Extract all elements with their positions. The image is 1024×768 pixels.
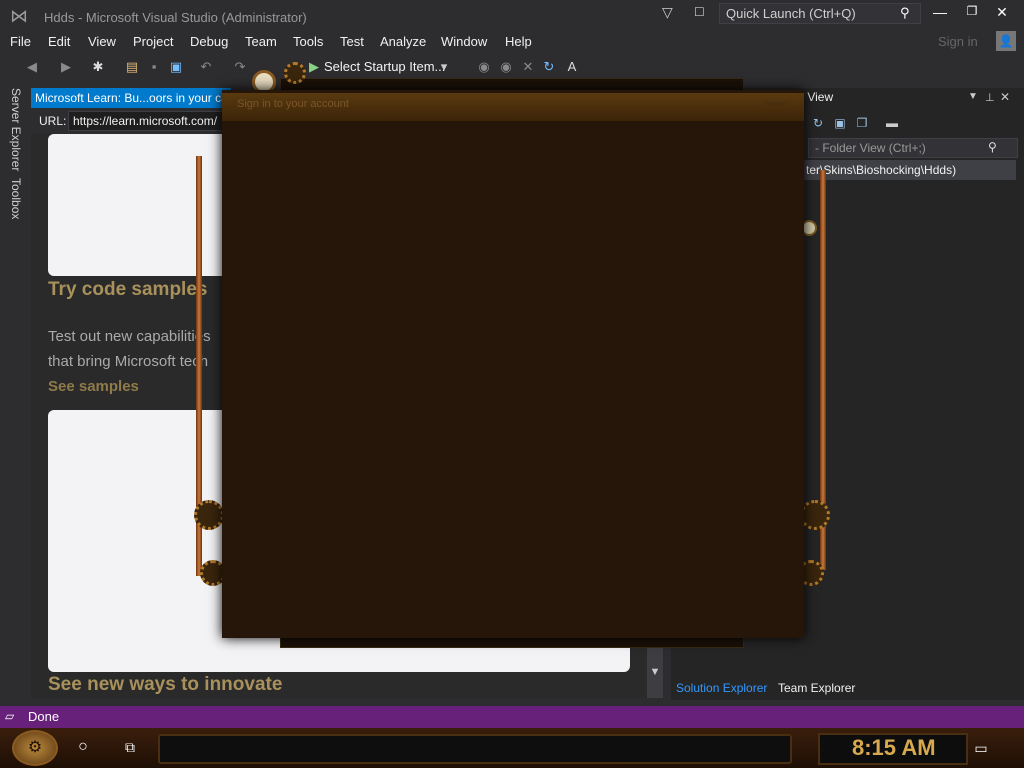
tab-team-explorer[interactable]: Team Explorer — [778, 681, 855, 695]
browser-back-icon[interactable]: ◉ — [476, 59, 492, 75]
stop-icon[interactable]: ✕ — [520, 59, 536, 75]
start-icon[interactable]: ▶ — [306, 59, 322, 75]
forward-icon[interactable]: ▶ — [58, 59, 74, 75]
status-bar — [0, 706, 1024, 728]
sign-in-link[interactable]: Sign in — [938, 34, 978, 49]
taskbar-clock[interactable]: 8:15 AM — [852, 735, 936, 761]
scroll-down-icon[interactable]: ▼ — [647, 666, 663, 686]
quick-launch-input[interactable]: Quick Launch (Ctrl+Q) — [719, 3, 921, 24]
menu-analyze[interactable]: Analyze — [380, 34, 426, 49]
gear-icon — [194, 500, 224, 530]
close-button[interactable]: ✕ — [990, 4, 1014, 24]
dialog-close-button[interactable] — [764, 102, 786, 106]
menu-project[interactable]: Project — [133, 34, 173, 49]
menu-team[interactable]: Team — [245, 34, 277, 49]
gear-icon — [800, 500, 830, 530]
redo-icon[interactable]: ↷ — [232, 59, 248, 75]
chevron-down-icon[interactable]: ▼ — [968, 91, 982, 105]
undo-icon[interactable]: ↶ — [198, 59, 214, 75]
tab-solution-explorer[interactable]: Solution Explorer — [676, 681, 767, 695]
search-icon[interactable]: ⚲ — [900, 5, 916, 21]
refresh-icon[interactable]: ↻ — [810, 116, 826, 132]
maximize-button[interactable]: ❐ — [960, 4, 984, 24]
browser-forward-icon[interactable]: ◉ — [498, 59, 514, 75]
taskbar-app-area[interactable] — [158, 734, 792, 764]
browser-document-tab[interactable]: Microsoft Learn: Bu...oors in your ca — [31, 88, 231, 108]
show-all-files-icon[interactable]: ❐ — [854, 116, 870, 132]
account-icon[interactable]: 👤 — [996, 31, 1016, 51]
start-button[interactable]: ⚙ — [12, 730, 58, 766]
url-label: URL: — [39, 114, 67, 128]
status-icon: ▱ — [5, 709, 15, 723]
section-body-text: that bring Microsoft tech — [48, 353, 209, 370]
dialog-title: Sign in to your account — [237, 98, 349, 110]
menu-view[interactable]: View — [88, 34, 116, 49]
server-explorer-tab[interactable]: Server Explorer — [9, 88, 23, 171]
visual-studio-logo-icon: ⋈ — [10, 6, 28, 26]
chevron-down-icon[interactable]: ▾ — [436, 59, 452, 75]
toolbox-tab[interactable]: Toolbox — [9, 178, 23, 219]
gear-icon — [284, 62, 306, 84]
pin-icon[interactable]: ⊥ — [985, 91, 999, 105]
cortana-icon[interactable]: ○ — [74, 738, 92, 756]
status-text: Done — [28, 709, 60, 724]
minimize-button[interactable]: — — [928, 4, 952, 24]
see-samples-link[interactable]: See samples — [48, 378, 139, 395]
new-project-icon[interactable]: ✱ — [90, 59, 106, 75]
search-icon[interactable]: ⚲ — [988, 140, 1002, 154]
refresh-icon[interactable]: ↻ — [541, 59, 557, 75]
open-folder-icon[interactable]: ▤ — [124, 59, 140, 75]
menu-edit[interactable]: Edit — [48, 34, 70, 49]
menu-tools[interactable]: Tools — [293, 34, 323, 49]
close-icon[interactable]: ✕ — [1000, 90, 1014, 104]
url-input[interactable]: https://learn.microsoft.com/ — [68, 111, 228, 131]
section-heading: See new ways to innovate — [48, 674, 283, 695]
startup-item-dropdown[interactable]: Select Startup Item... — [324, 59, 445, 74]
tree-root-item[interactable]: ter\Skins\Bioshocking\Hdds) — [800, 160, 1016, 180]
panel-title: r View — [800, 90, 834, 104]
section-heading: Try code samples — [48, 279, 208, 300]
solution-search-input[interactable]: - Folder View (Ctrl+;) — [808, 138, 1018, 158]
menu-window[interactable]: Window — [441, 34, 487, 49]
menu-debug[interactable]: Debug — [190, 34, 228, 49]
back-icon[interactable]: ◀ — [24, 59, 40, 75]
section-body-text: Test out new capabilities — [48, 328, 211, 345]
menu-help[interactable]: Help — [505, 34, 532, 49]
properties-icon[interactable]: ▬ — [884, 116, 900, 132]
left-tool-strip — [0, 80, 30, 704]
sign-in-dialog — [222, 90, 804, 638]
task-view-icon[interactable]: ⧉ — [120, 738, 140, 756]
font-size-icon[interactable]: A — [564, 59, 580, 75]
action-center-icon[interactable]: ▭ — [970, 738, 992, 758]
save-all-icon[interactable]: ▣ — [168, 59, 184, 75]
collapse-all-icon[interactable]: ▣ — [832, 116, 848, 132]
feedback-icon[interactable]: ☐ — [694, 5, 712, 23]
menu-file[interactable]: File — [10, 34, 31, 49]
save-icon[interactable]: ▪ — [146, 59, 162, 75]
menu-test[interactable]: Test — [340, 34, 364, 49]
window-title: Hdds - Microsoft Visual Studio (Administ… — [44, 10, 307, 25]
notifications-filter-icon[interactable]: ▽ — [662, 4, 680, 22]
